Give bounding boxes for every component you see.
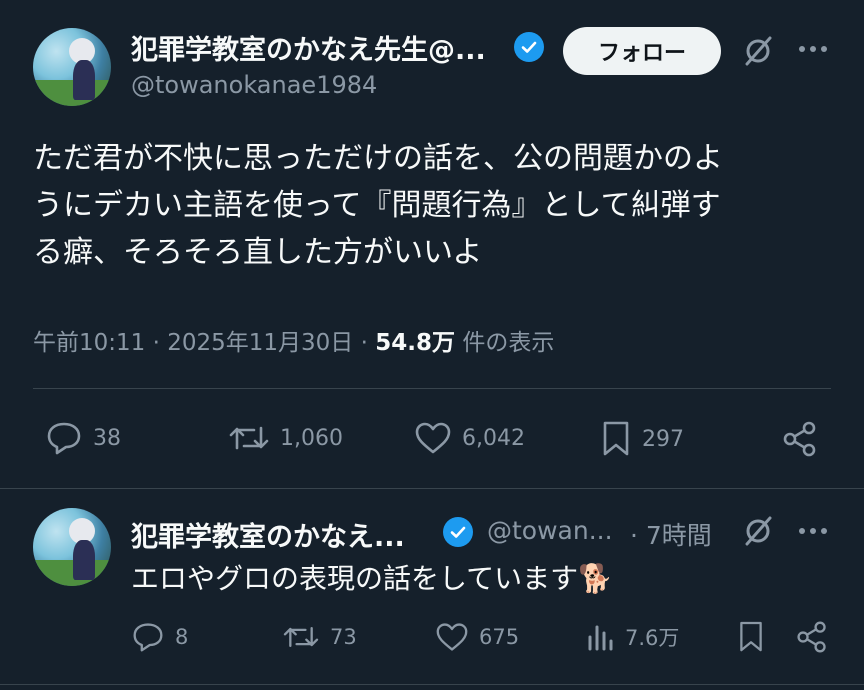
tweet-time[interactable]: 午前10:11 — [33, 330, 145, 356]
more-icon[interactable] — [798, 526, 828, 536]
like-button[interactable]: 6,042 — [414, 420, 525, 456]
views-label: 件の表示 — [462, 330, 555, 356]
like-count: 675 — [479, 625, 520, 649]
like-button[interactable]: 675 — [435, 621, 519, 653]
tweet-text-line: る癖、そろそろ直した方がいいよ — [33, 235, 483, 270]
verified-badge-icon — [514, 32, 544, 62]
tweet-text-line: うにデカい主語を使って『問題行為』として糾弾す — [33, 188, 721, 223]
avatar-main[interactable] — [33, 28, 111, 106]
like-icon — [436, 623, 468, 651]
share-button[interactable] — [781, 420, 819, 458]
reply-button[interactable]: 8 — [131, 621, 188, 653]
reply-button[interactable]: 38 — [45, 420, 121, 456]
reply-timestamp[interactable]: · 7時間 — [630, 516, 712, 552]
reply-handle[interactable]: @towan... — [487, 516, 613, 545]
reply-count: 38 — [93, 425, 121, 451]
reply-count: 8 — [175, 625, 189, 649]
retweet-button[interactable]: 73 — [282, 621, 357, 653]
bookmark-icon — [740, 621, 762, 652]
like-count: 6,042 — [462, 425, 525, 451]
bookmark-icon — [603, 421, 629, 456]
grok-icon[interactable] — [741, 34, 775, 68]
retweet-button[interactable]: 1,060 — [228, 420, 343, 456]
reply-text-body: エロやグロの表現の話をしています — [131, 562, 579, 595]
tweet-date[interactable]: 2025年11月30日 — [167, 330, 353, 356]
grok-icon[interactable] — [741, 514, 775, 548]
reply-icon — [47, 422, 81, 455]
tweet-metadata: 午前10:11 · 2025年11月30日 · 54.8万 件の表示 — [33, 330, 555, 356]
like-icon — [415, 422, 451, 454]
divider — [33, 388, 831, 389]
share-icon — [797, 621, 826, 653]
reply-text: エロやグロの表現の話をしています🐕 — [131, 557, 613, 597]
dog-emoji: 🐕 — [578, 562, 614, 595]
retweet-count: 1,060 — [280, 425, 343, 451]
tweet-text: ただ君が不快に思っただけの話を、公の問題かのよ うにデカい主語を使って『問題行為… — [33, 135, 833, 276]
bookmark-count: 297 — [642, 426, 684, 452]
share-icon — [783, 421, 816, 457]
views-count: 7.6万 — [625, 626, 680, 650]
analytics-icon — [588, 625, 613, 651]
avatar-reply[interactable] — [33, 508, 111, 586]
share-button[interactable] — [795, 620, 829, 654]
reply-icon — [133, 623, 163, 652]
more-icon[interactable] — [798, 44, 828, 54]
retweet-icon — [229, 426, 269, 450]
views-button[interactable]: 7.6万 — [585, 621, 679, 653]
retweet-icon — [283, 626, 319, 648]
bookmark-button[interactable] — [737, 620, 765, 654]
bookmark-button[interactable]: 297 — [600, 420, 684, 458]
divider — [0, 684, 864, 685]
divider — [0, 488, 864, 489]
follow-button[interactable]: フォロー — [563, 27, 721, 75]
retweet-count: 73 — [330, 625, 357, 649]
views-count: 54.8万 — [375, 330, 455, 356]
tweet-text-line: ただ君が不快に思っただけの話を、公の問題かのよ — [33, 141, 723, 176]
handle[interactable]: @towanokanae1984 — [131, 71, 377, 99]
reply-display-name[interactable]: 犯罪学教室のかなえ... — [131, 515, 405, 554]
display-name[interactable]: 犯罪学教室のかなえ先生@... — [131, 28, 486, 67]
verified-badge-icon — [443, 517, 473, 547]
